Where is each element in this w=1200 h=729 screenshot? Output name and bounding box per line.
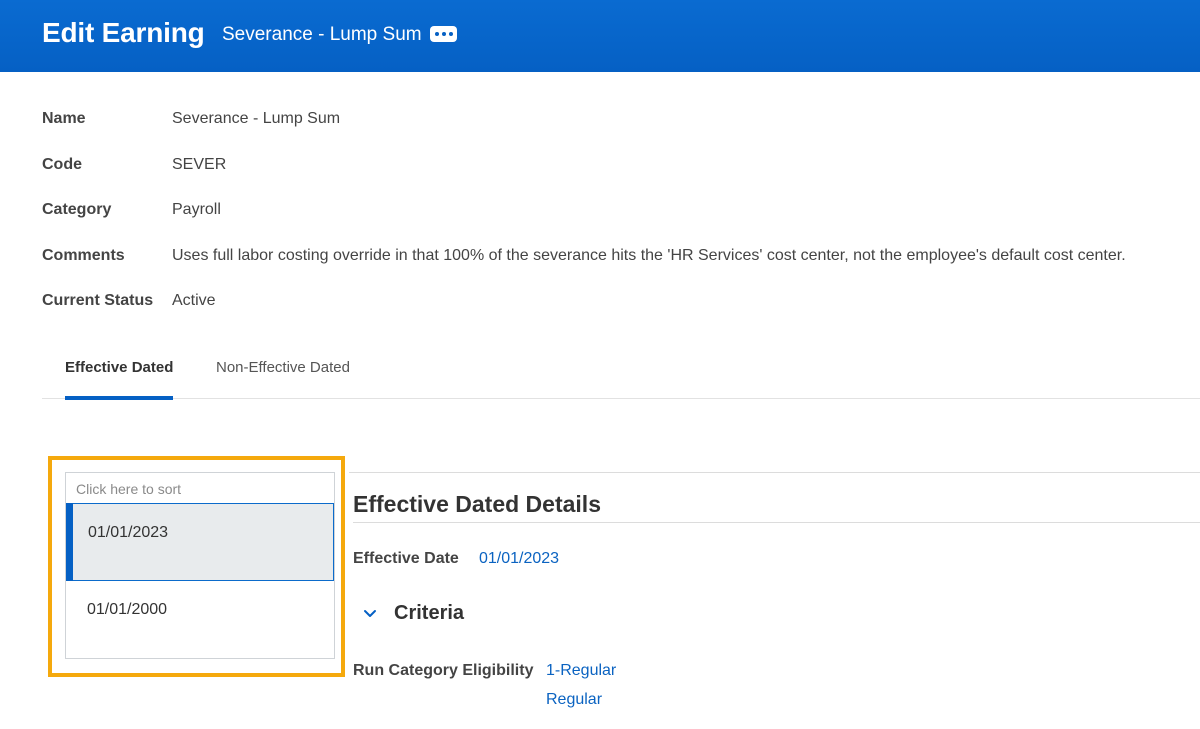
field-row-comments: Comments Uses full labor costing overrid… bbox=[42, 245, 1126, 267]
tab-effective-dated[interactable]: Effective Dated bbox=[65, 352, 174, 400]
status-value: Active bbox=[172, 292, 216, 309]
field-row-code: Code SEVER bbox=[42, 154, 226, 176]
comments-value: Uses full labor costing override in that… bbox=[172, 247, 1126, 264]
code-value: SEVER bbox=[172, 156, 227, 173]
date-list-item-selected[interactable]: 01/01/2023 bbox=[66, 503, 334, 581]
details-divider-top bbox=[349, 472, 1200, 473]
effective-date-list: Click here to sort 01/01/2023 01/01/2000 bbox=[65, 472, 335, 659]
field-row-category: Category Payroll bbox=[42, 199, 221, 221]
tab-bar: Effective Dated Non-Effective Dated bbox=[42, 352, 1200, 400]
category-value: Payroll bbox=[172, 201, 221, 218]
ellipsis-icon[interactable] bbox=[430, 26, 457, 42]
chevron-down-icon[interactable] bbox=[362, 606, 378, 622]
run-category-link[interactable]: Regular bbox=[546, 691, 602, 709]
category-label: Category bbox=[42, 201, 112, 218]
page-title: Edit Earning bbox=[42, 17, 205, 48]
field-row-status: Current Status Active bbox=[42, 290, 216, 312]
run-category-link[interactable]: 1-Regular bbox=[546, 662, 616, 680]
page-header: Edit Earning Severance - Lump Sum bbox=[0, 0, 1200, 72]
details-title: Effective Dated Details bbox=[353, 491, 601, 517]
status-label: Current Status bbox=[42, 292, 154, 309]
run-category-label: Run Category Eligibility bbox=[353, 662, 534, 679]
name-value: Severance - Lump Sum bbox=[172, 110, 341, 127]
sort-header[interactable]: Click here to sort bbox=[66, 473, 334, 503]
code-label: Code bbox=[42, 156, 82, 173]
effective-date-link[interactable]: 01/01/2023 bbox=[479, 550, 559, 568]
date-list-item[interactable]: 01/01/2000 bbox=[66, 581, 334, 659]
field-row-name: Name Severance - Lump Sum bbox=[42, 108, 340, 130]
comments-label: Comments bbox=[42, 247, 125, 264]
tab-non-effective-dated[interactable]: Non-Effective Dated bbox=[216, 352, 350, 399]
name-label: Name bbox=[42, 110, 86, 127]
details-divider bbox=[353, 522, 1200, 523]
effective-date-label: Effective Date bbox=[353, 550, 459, 567]
earning-name-subtitle: Severance - Lump Sum bbox=[222, 24, 422, 45]
criteria-section-title[interactable]: Criteria bbox=[394, 602, 464, 625]
